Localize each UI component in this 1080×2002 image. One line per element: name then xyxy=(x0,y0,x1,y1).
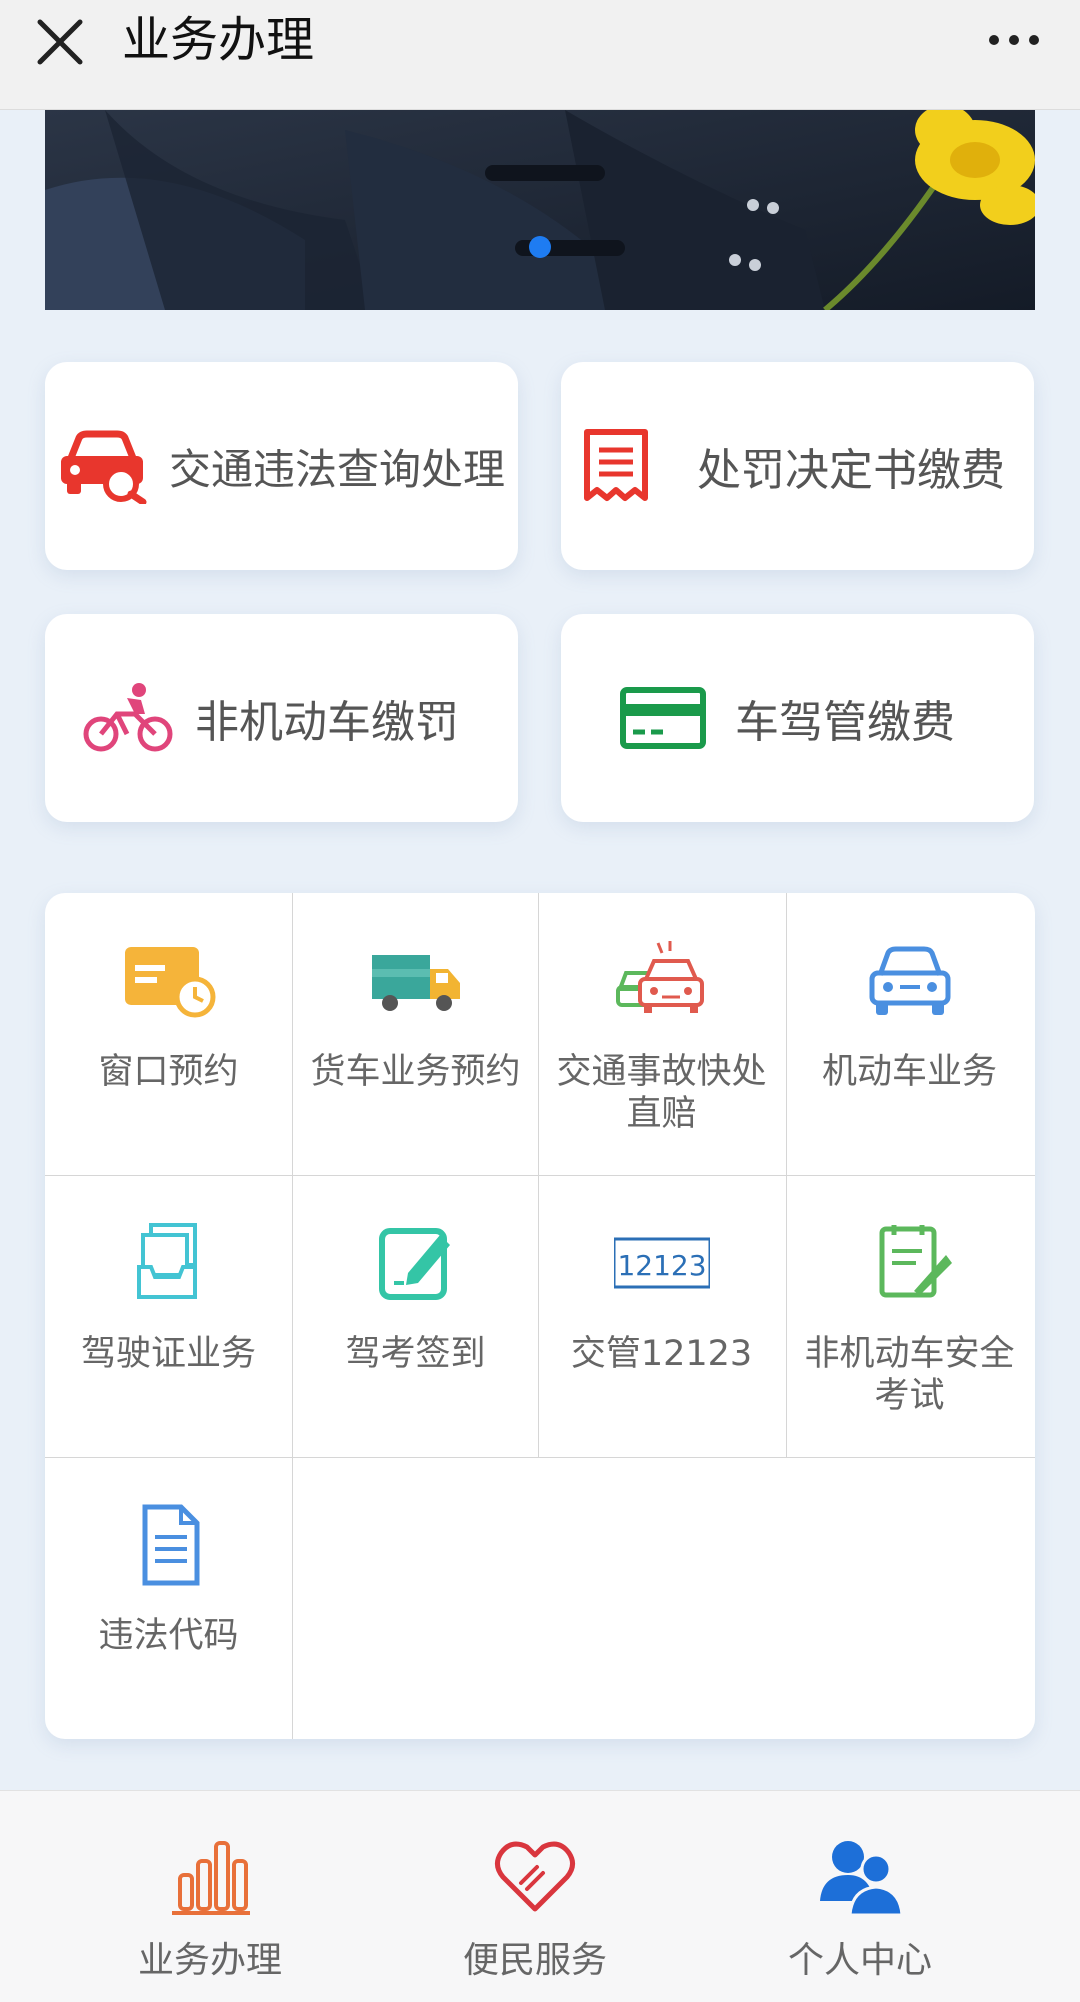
close-icon[interactable] xyxy=(34,16,86,68)
service-violation-code[interactable]: 违法代码 xyxy=(45,1457,292,1739)
nav-personal[interactable]: 个人中心 xyxy=(680,1791,1040,2002)
service-label: 机动车业务 xyxy=(821,1052,997,1092)
service-non-motor-exam[interactable]: 非机动车安全考试 xyxy=(786,1175,1033,1457)
nav-label: 个人中心 xyxy=(787,1940,932,1981)
truck-icon xyxy=(371,955,460,1011)
carousel-dot-active xyxy=(529,236,551,258)
motor-vehicle-icon xyxy=(869,946,950,1015)
accident-icon xyxy=(615,941,704,1013)
window-appointment-icon xyxy=(124,947,215,1018)
banner-image xyxy=(45,110,1035,310)
non-motor-fine-card[interactable]: 非机动车缴罚 xyxy=(45,614,518,822)
nav-label: 便民服务 xyxy=(462,1940,607,1981)
bank-card-icon xyxy=(620,687,706,749)
vehicle-admin-fee-card[interactable]: 车驾管缴费 xyxy=(561,614,1034,822)
card-label: 非机动车缴罚 xyxy=(195,697,459,748)
more-icon[interactable] xyxy=(984,20,1044,60)
nav-convenience[interactable]: 便民服务 xyxy=(355,1791,715,2002)
service-driving-license[interactable]: 驾驶证业务 xyxy=(45,1175,292,1457)
bicycle-icon xyxy=(83,683,173,752)
exam-icon xyxy=(879,1225,952,1298)
service-label: 窗口预约 xyxy=(98,1052,239,1092)
service-label: 驾驶证业务 xyxy=(80,1334,256,1374)
receipt-icon xyxy=(584,429,648,501)
svg-text:12123: 12123 xyxy=(617,1249,706,1282)
sign-in-edit-icon xyxy=(378,1228,450,1300)
car-search-icon xyxy=(61,430,147,504)
traffic-violation-card[interactable]: 交通违法查询处理 xyxy=(45,362,518,570)
nav-label: 业务办理 xyxy=(137,1940,282,1981)
nav-business[interactable]: 业务办理 xyxy=(30,1791,390,2002)
page-title: 业务办理 xyxy=(122,12,315,68)
service-label: 非机动车安全考试 xyxy=(804,1334,1015,1416)
title-bar: 业务办理 xyxy=(0,0,1080,110)
service-traffic-12123[interactable]: 12123 交管12123 xyxy=(538,1175,785,1457)
service-label: 驾考签到 xyxy=(345,1334,486,1374)
heart-icon xyxy=(495,1841,575,1912)
penalty-payment-card[interactable]: 处罚决定书缴费 xyxy=(561,362,1034,570)
users-icon xyxy=(820,1841,902,1917)
service-label: 违法代码 xyxy=(98,1616,239,1656)
services-grid: 窗口预约 货车业务预约 交通事故快处直赔 机动车业务 驾驶证业务 驾考签到 12… xyxy=(45,893,1035,1739)
app-12123-icon: 12123 xyxy=(613,1237,710,1289)
card-label: 处罚决定书缴费 xyxy=(697,445,1005,496)
service-exam-sign-in[interactable]: 驾考签到 xyxy=(292,1175,539,1457)
bar-chart-icon xyxy=(172,1841,250,1915)
service-truck-appointment[interactable]: 货车业务预约 xyxy=(292,893,539,1175)
service-window-appointment[interactable]: 窗口预约 xyxy=(45,893,292,1175)
service-accident-quick[interactable]: 交通事故快处直赔 xyxy=(538,893,785,1175)
service-motor-vehicle[interactable]: 机动车业务 xyxy=(786,893,1033,1175)
card-label: 车驾管缴费 xyxy=(735,697,955,748)
service-label: 货车业务预约 xyxy=(310,1052,521,1092)
service-label: 交通事故快处直赔 xyxy=(556,1052,767,1134)
banner-carousel[interactable] xyxy=(45,110,1035,310)
service-label: 交管12123 xyxy=(570,1334,753,1374)
bottom-nav: 业务办理 便民服务 个人中心 xyxy=(0,1790,1080,2002)
license-icon xyxy=(136,1223,197,1299)
document-icon xyxy=(142,1504,199,1586)
card-label: 交通违法查询处理 xyxy=(169,444,506,494)
